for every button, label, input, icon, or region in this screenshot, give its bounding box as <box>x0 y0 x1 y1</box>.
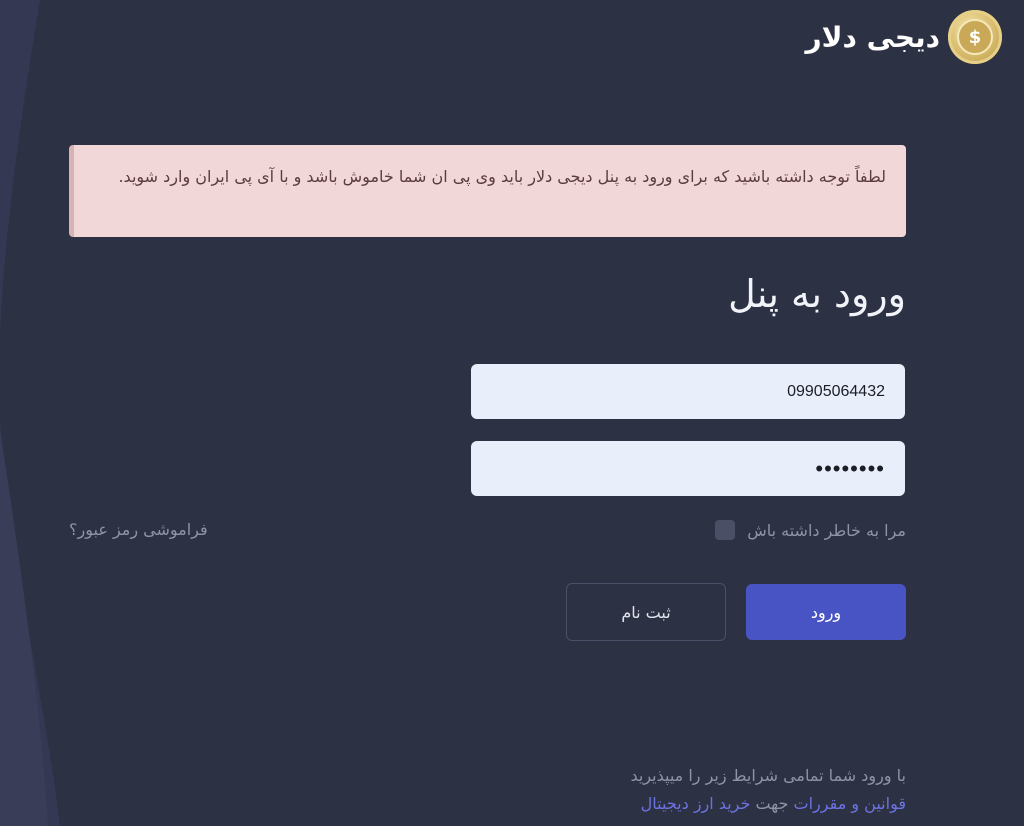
footer-links-line: قوانین و مقررات جهت خرید ارز دیجیتال <box>630 790 906 818</box>
dollar-icon: $ <box>957 19 993 55</box>
terms-footer: با ورود شما تمامی شرایط زیر را میپذیرید … <box>630 762 906 818</box>
forgot-password-link[interactable]: فراموشی رمز عبور؟ <box>69 520 208 539</box>
remember-me[interactable]: مرا به خاطر داشته باش <box>715 520 906 540</box>
register-button[interactable]: ثبت نام <box>566 583 726 641</box>
footer-line: با ورود شما تمامی شرایط زیر را میپذیرید <box>630 766 906 785</box>
vpn-warning-alert: لطفاً توجه داشته باشید که برای ورود به پ… <box>69 145 906 237</box>
terms-link[interactable]: قوانین و مقررات <box>794 794 906 813</box>
footer-middle-text: جهت <box>755 794 789 813</box>
remember-label: مرا به خاطر داشته باش <box>747 520 906 540</box>
brand-logo[interactable]: $ دیجی دلار <box>806 10 1002 64</box>
brand-name: دیجی دلار <box>805 20 941 54</box>
coin-logo-icon: $ <box>948 10 1002 64</box>
alert-text: لطفاً توجه داشته باشید که برای ورود به پ… <box>118 167 886 186</box>
remember-checkbox[interactable] <box>715 520 736 540</box>
page-title: ورود به پنل <box>728 272 906 316</box>
login-button[interactable]: ورود <box>746 584 906 640</box>
password-input[interactable] <box>471 441 905 496</box>
buy-crypto-link[interactable]: خرید ارز دیجیتال <box>641 794 751 813</box>
phone-input[interactable] <box>471 364 905 419</box>
